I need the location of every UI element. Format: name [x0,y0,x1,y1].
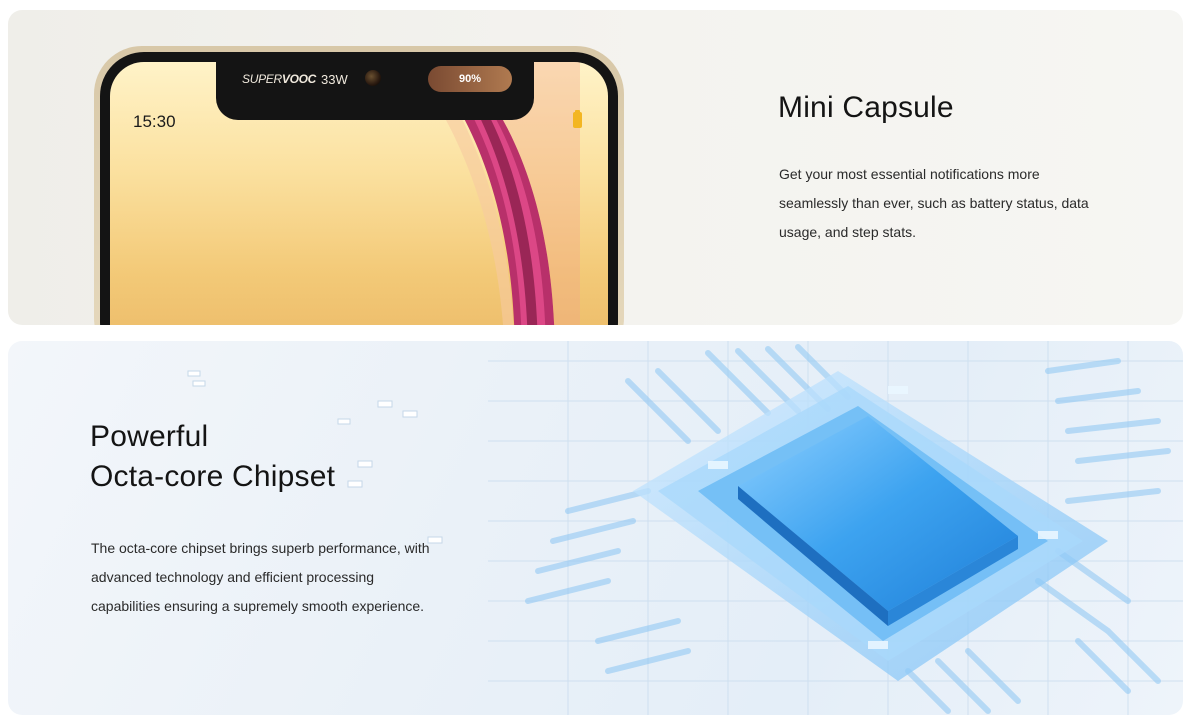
battery-icon [573,110,582,128]
feature-title-line1: Powerful [90,420,209,453]
charging-capsule: SUPERVOOC 33W [218,62,353,96]
charge-brand-suffix: VOOC [281,72,316,86]
feature-description: The octa-core chipset brings superb perf… [91,540,430,614]
capsule-notch: SUPERVOOC 33W 90% [216,62,534,120]
front-camera-icon [365,70,381,86]
phone-screen: SUPERVOOC 33W 90% 15:30 [110,62,608,325]
feature-card-chipset: Powerful Octa-core Chipset The octa-core… [8,341,1183,715]
feature-description: Get your most essential notifications mo… [779,166,1089,240]
battery-percent-capsule: 90% [428,66,512,92]
phone-image: SUPERVOOC 33W 90% 15:30 [94,46,624,325]
feature-title: Mini Capsule [778,91,954,124]
charge-wattage: 33W [321,71,348,87]
feature-title: Powerful Octa-core Chipset [90,417,490,497]
feature-card-mini-capsule: SUPERVOOC 33W 90% 15:30 Mini Capsule Get… [8,10,1183,325]
feature-title-line2: Octa-core Chipset [90,460,336,493]
status-bar-time: 15:30 [133,112,176,131]
chipset-illustration [187,341,1183,715]
charge-brand-prefix: SUPER [242,72,282,86]
